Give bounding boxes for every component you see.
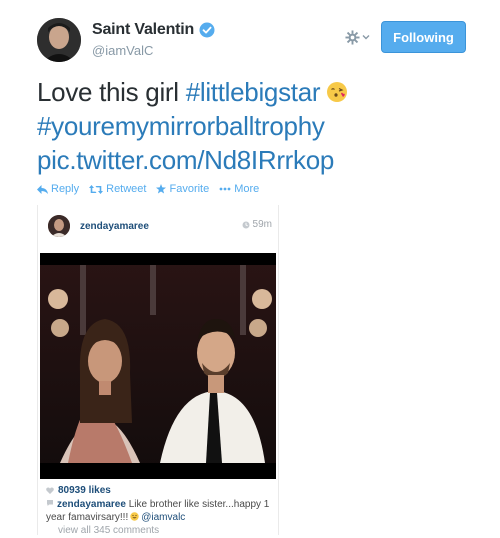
instagram-embed-card[interactable]: zendayamaree 59m 80939 likes zendayamare… bbox=[37, 205, 279, 536]
favorite-label: Favorite bbox=[169, 183, 210, 195]
retweet-icon bbox=[89, 184, 104, 194]
more-dots-icon bbox=[219, 187, 231, 191]
retweet-label: Retweet bbox=[106, 183, 147, 195]
reply-button[interactable]: Reply bbox=[37, 183, 79, 195]
instagram-user[interactable]: zendayamaree bbox=[48, 215, 149, 237]
author-handle[interactable]: @iamValC bbox=[92, 43, 153, 58]
instagram-likes-count: 80939 likes bbox=[58, 485, 111, 496]
author-avatar[interactable] bbox=[37, 18, 81, 62]
instagram-caption: zendayamaree Like brother like sister...… bbox=[46, 498, 274, 524]
author-display-name[interactable]: Saint Valentin bbox=[92, 21, 194, 39]
grinning-emoji-icon bbox=[130, 512, 139, 521]
heart-icon bbox=[46, 487, 54, 494]
kiss-emoji-icon bbox=[326, 77, 348, 102]
reply-label: Reply bbox=[51, 183, 80, 195]
caption-mention[interactable]: @iamvalc bbox=[141, 512, 185, 523]
instagram-photo[interactable] bbox=[40, 253, 276, 479]
instagram-likes: 80939 likes bbox=[46, 485, 111, 496]
tweet-media-link[interactable]: pic.twitter.com/Nd8IRrrkop bbox=[37, 145, 334, 175]
comment-icon bbox=[47, 500, 53, 506]
tweet-text: Love this girl #littlebigstar #youremymi… bbox=[37, 75, 477, 177]
instagram-post-time: 59m bbox=[242, 219, 272, 230]
hashtag-littlebigstar[interactable]: #littlebigstar bbox=[186, 77, 321, 107]
hashtag-youremymirrorballtrophy[interactable]: #youremymirrorballtrophy bbox=[37, 111, 325, 141]
instagram-user-avatar bbox=[48, 215, 70, 237]
instagram-username[interactable]: zendayamaree bbox=[80, 221, 149, 232]
tweet-actions: Reply Retweet Favorite More bbox=[37, 183, 259, 195]
retweet-button[interactable]: Retweet bbox=[89, 183, 146, 195]
view-all-comments-link[interactable]: view all 345 comments bbox=[58, 525, 159, 536]
tweet-text-prefix: Love this girl bbox=[37, 77, 186, 107]
instagram-time-label: 59m bbox=[252, 219, 272, 230]
reply-icon bbox=[37, 184, 48, 194]
user-actions-dropdown[interactable] bbox=[345, 26, 373, 48]
clock-icon bbox=[242, 221, 250, 228]
more-label: More bbox=[234, 183, 260, 195]
verified-badge-icon bbox=[199, 22, 215, 38]
caption-username[interactable]: zendayamaree bbox=[57, 499, 126, 510]
gear-icon bbox=[345, 29, 360, 45]
chevron-down-icon bbox=[362, 35, 370, 40]
star-icon bbox=[156, 184, 167, 194]
favorite-button[interactable]: Favorite bbox=[156, 183, 209, 195]
more-button[interactable]: More bbox=[219, 183, 259, 195]
following-button[interactable]: Following bbox=[381, 21, 466, 53]
